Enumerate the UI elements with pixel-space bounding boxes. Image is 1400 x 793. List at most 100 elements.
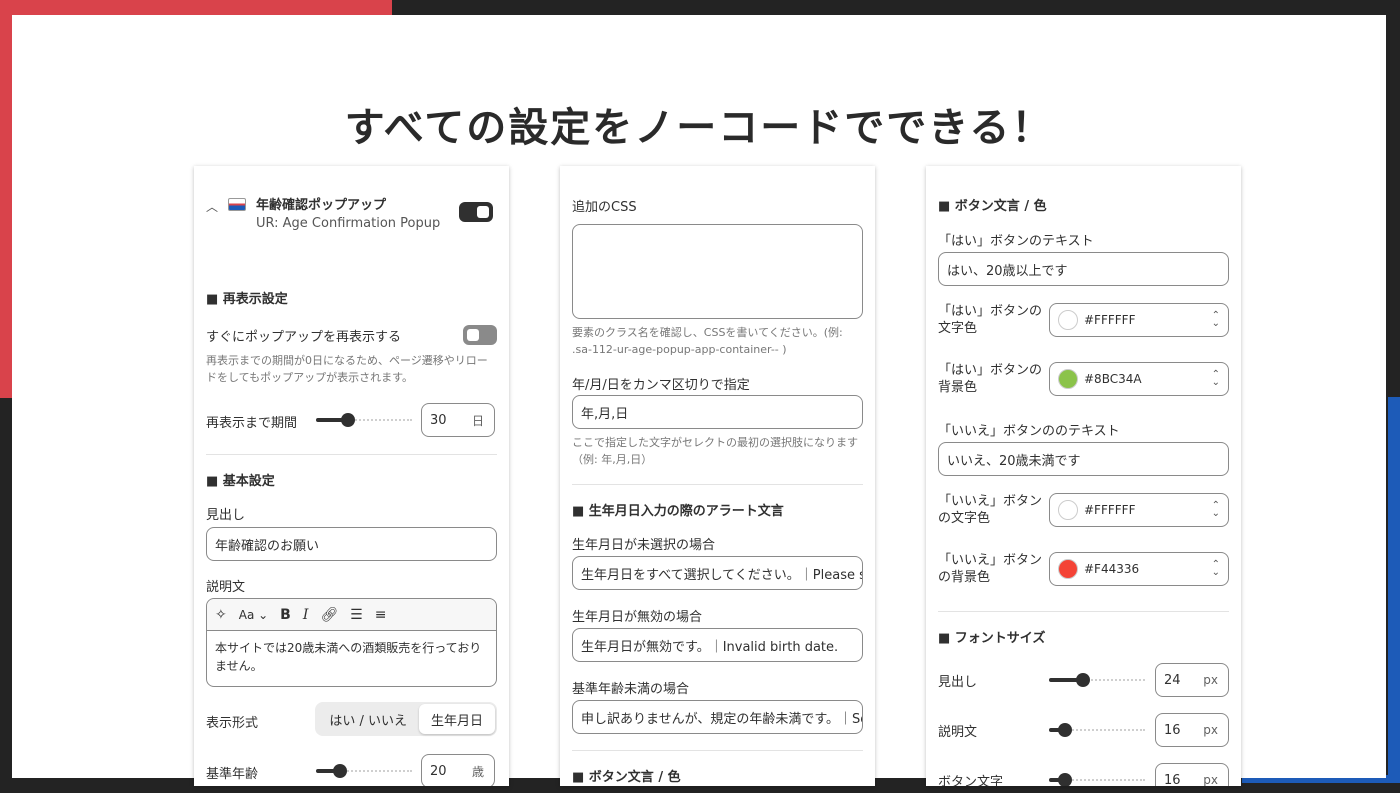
button-section-title: ■ ボタン文言 / 色 — [572, 770, 681, 785]
age-unit: 歳 — [471, 764, 484, 779]
select-arrows-icon: ⌃ ⌄ — [1211, 369, 1220, 388]
font-heading-slider-thumb[interactable] — [1076, 673, 1090, 687]
yes-color-row: 「はい」ボタンの 文字色 #FFFFFF ⌃ ⌄ — [938, 303, 1229, 337]
font-description-slider[interactable] — [1049, 720, 1145, 740]
numbered-list-icon[interactable]: ≡ — [375, 607, 387, 623]
font-button-slider[interactable] — [1049, 770, 1145, 786]
blue-accent-band — [1388, 397, 1400, 783]
font-heading-value: 24 — [1164, 672, 1181, 688]
app-enable-toggle[interactable] — [459, 202, 493, 222]
display-option-birthdate[interactable]: 生年月日 — [418, 704, 495, 734]
description-label: 説明文 — [206, 580, 246, 595]
settings-panel-general: ︿ 年齢確認ポップアップ UR: Age Confirmation Popup … — [194, 166, 509, 786]
button-section-title: ■ ボタン文言 / 色 — [938, 199, 1047, 214]
select-arrows-icon: ⌃ ⌄ — [1211, 559, 1220, 578]
no-bg-picker[interactable]: #F44336 ⌃ ⌄ — [1049, 552, 1229, 586]
color-swatch[interactable] — [1058, 500, 1078, 520]
app-header: ︿ 年齢確認ポップアップ UR: Age Confirmation Popup — [206, 194, 497, 231]
css-textarea[interactable] — [572, 224, 863, 319]
app-subtitle: UR: Age Confirmation Popup — [256, 216, 441, 231]
display-option-yesno[interactable]: はい / いいえ — [317, 704, 419, 734]
font-row-heading: 見出し 24 px — [938, 663, 1229, 697]
basic-section-title: ■ 基本設定 — [206, 474, 275, 489]
font-button-input[interactable]: 16 px — [1155, 763, 1229, 786]
heading-label: 見出し — [206, 508, 246, 523]
font-button-slider-thumb[interactable] — [1058, 773, 1072, 786]
under-age-label: 基準年齢未満の場合 — [572, 682, 690, 697]
app-title: 年齢確認ポップアップ — [256, 198, 387, 213]
yes-text-label: 「はい」ボタンのテキスト — [938, 234, 1094, 249]
yes-color-value: #FFFFFF — [1084, 313, 1136, 327]
no-color-picker[interactable]: #FFFFFF ⌃ ⌄ — [1049, 493, 1229, 527]
yes-bg-row: 「はい」ボタンの 背景色 #8BC34A ⌃ ⌄ — [938, 362, 1229, 396]
age-input[interactable]: 20 歳 — [421, 754, 495, 786]
yes-color-label: 「はい」ボタンの 文字色 — [938, 304, 1043, 336]
sparkle-icon[interactable]: ✧ — [215, 607, 227, 623]
no-color-row: 「いいえ」ボタン の文字色 #FFFFFF ⌃ ⌄ — [938, 493, 1229, 527]
period-input[interactable]: 30 日 — [421, 403, 495, 437]
settings-panel-css-alerts: 追加のCSS 要素のクラス名を確認し、CSSを書いてください。(例: .sa-1… — [560, 166, 875, 786]
age-value: 20 — [430, 763, 447, 779]
unselected-input[interactable]: 生年月日をすべて選択してください。｜Please se — [572, 556, 863, 590]
font-description-input[interactable]: 16 px — [1155, 713, 1229, 747]
font-button-unit: px — [1203, 773, 1218, 786]
heading-input[interactable]: 年齢確認のお願い — [206, 527, 497, 561]
font-heading-input[interactable]: 24 px — [1155, 663, 1229, 697]
period-slider-thumb[interactable] — [341, 413, 355, 427]
chevron-up-icon[interactable]: ︿ — [206, 198, 218, 215]
no-text-input[interactable]: いいえ、20歳未満です — [938, 442, 1229, 476]
headline: すべての設定をノーコードでできる！ — [344, 105, 1054, 151]
slide-canvas: すべての設定をノーコードでできる！ ︿ 年齢確認ポップアップ UR: Age C… — [12, 15, 1386, 786]
yes-bg-picker[interactable]: #8BC34A ⌃ ⌄ — [1049, 362, 1229, 396]
color-swatch[interactable] — [1058, 369, 1078, 389]
italic-icon[interactable]: I — [303, 607, 309, 623]
bold-icon[interactable]: B — [280, 607, 291, 623]
font-row-button: ボタン文字 16 px — [938, 763, 1229, 786]
link-icon[interactable]: 🔗︎ — [320, 607, 338, 623]
description-editor[interactable]: ✧ Aa ⌄ B I 🔗︎ ☰ ≡ 本サイトでは20歳未満への酒類販売を行ってお… — [206, 598, 497, 687]
no-color-label: 「いいえ」ボタン の文字色 — [938, 494, 1043, 526]
font-icon[interactable]: Aa ⌄ — [239, 608, 268, 622]
font-row-description: 説明文 16 px — [938, 713, 1229, 747]
alert-section-title: ■ 生年月日入力の際のアラート文言 — [572, 504, 784, 519]
divider — [572, 484, 863, 485]
no-bg-label: 「いいえ」ボタン の背景色 — [938, 553, 1043, 585]
age-slider-thumb[interactable] — [333, 764, 347, 778]
font-heading-unit: px — [1203, 673, 1218, 687]
select-arrows-icon: ⌃ ⌄ — [1211, 310, 1220, 329]
font-description-slider-thumb[interactable] — [1058, 723, 1072, 737]
redisplay-toggle[interactable] — [463, 325, 497, 345]
bullet-list-icon[interactable]: ☰ — [350, 607, 363, 623]
yes-bg-label: 「はい」ボタンの 背景色 — [938, 363, 1043, 395]
font-description-label: 説明文 — [938, 725, 978, 740]
divider — [206, 454, 497, 455]
editor-toolbar: ✧ Aa ⌄ B I 🔗︎ ☰ ≡ — [207, 599, 496, 631]
color-swatch[interactable] — [1058, 559, 1078, 579]
font-heading-slider[interactable] — [1049, 670, 1145, 690]
no-bg-row: 「いいえ」ボタン の背景色 #F44336 ⌃ ⌄ — [938, 552, 1229, 586]
invalid-input[interactable]: 生年月日が無効です。｜Invalid birth date. — [572, 628, 863, 662]
redisplay-section-title: ■ 再表示設定 — [206, 292, 288, 307]
display-format-segment[interactable]: はい / いいえ 生年月日 — [315, 702, 497, 736]
font-description-value: 16 — [1164, 722, 1181, 738]
no-color-value: #FFFFFF — [1084, 503, 1136, 517]
yes-bg-value: #8BC34A — [1084, 372, 1142, 386]
color-swatch[interactable] — [1058, 310, 1078, 330]
select-arrows-icon: ⌃ ⌄ — [1211, 500, 1220, 519]
settings-panel-buttons-fonts: ■ ボタン文言 / 色 「はい」ボタンのテキスト はい、20歳以上です 「はい」… — [926, 166, 1241, 786]
date-format-input[interactable]: 年,月,日 — [572, 395, 863, 429]
css-label: 追加のCSS — [572, 200, 637, 215]
font-section-title: ■ フォントサイズ — [938, 631, 1046, 646]
unselected-label: 生年月日が未選択の場合 — [572, 538, 716, 553]
yes-text-input[interactable]: はい、20歳以上です — [938, 252, 1229, 286]
divider — [572, 750, 863, 751]
period-value: 30 — [430, 412, 447, 428]
period-unit: 日 — [471, 413, 484, 428]
age-slider[interactable] — [316, 761, 412, 781]
no-bg-value: #F44336 — [1084, 562, 1140, 576]
date-format-label: 年/月/日をカンマ区切りで指定 — [572, 378, 750, 393]
description-text: 本サイトでは20歳未満への酒類販売を行っておりません。 — [215, 641, 482, 673]
under-age-input[interactable]: 申し訳ありませんが、規定の年齢未満です。｜So — [572, 700, 863, 734]
yes-color-picker[interactable]: #FFFFFF ⌃ ⌄ — [1049, 303, 1229, 337]
period-slider[interactable] — [316, 410, 412, 430]
